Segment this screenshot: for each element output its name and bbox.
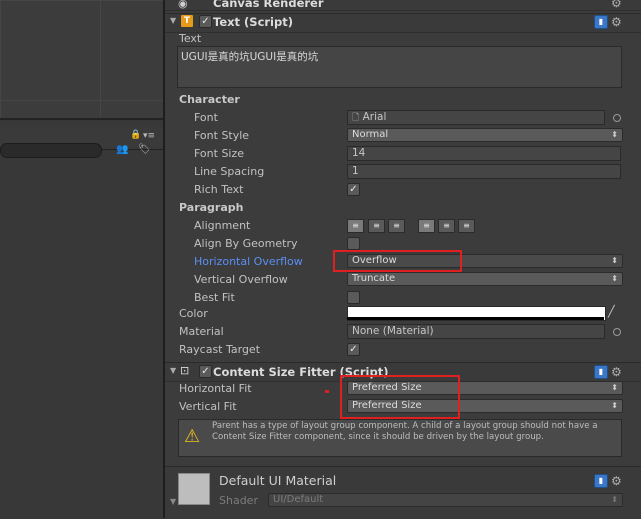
dropdown-arrow-icon: ⬍ (611, 495, 618, 504)
text-component-icon: T (181, 15, 193, 27)
left-divider (0, 118, 163, 120)
paragraph-header: Paragraph (179, 201, 244, 214)
material-preview-icon (178, 473, 210, 505)
font-value: Arial (362, 111, 387, 123)
text-label: Text (179, 32, 202, 45)
object-picker-icon[interactable] (613, 328, 621, 336)
vertical-fit-label: Vertical Fit (179, 400, 237, 413)
horizontal-overflow-label: Horizontal Overflow (194, 255, 303, 268)
material-field[interactable]: None (Material) (347, 324, 605, 339)
character-header: Character (179, 93, 240, 106)
gear-icon[interactable]: ⚙ (611, 366, 622, 378)
raycast-target-checkbox[interactable]: ✓ (347, 343, 360, 356)
align-left-button[interactable]: ≡ (347, 219, 364, 233)
color-label: Color (179, 307, 208, 320)
object-picker-icon[interactable] (613, 114, 621, 122)
red-mark (325, 390, 329, 393)
align-by-geometry-label: Align By Geometry (194, 237, 298, 250)
align-top-button[interactable]: ≡ (418, 219, 435, 233)
raycast-target-label: Raycast Target (179, 343, 261, 356)
color-alpha-bar (347, 317, 604, 320)
highlight-box (333, 250, 462, 272)
foldout-arrow-icon[interactable]: ▼ (170, 497, 176, 506)
best-fit-label: Best Fit (194, 291, 235, 304)
foldout-arrow-icon[interactable]: ▼ (170, 16, 176, 25)
horizontal-fit-label: Horizontal Fit (179, 382, 252, 395)
line-spacing-field[interactable]: 1 (347, 164, 621, 179)
warning-text: Parent has a type of layout group compon… (212, 421, 598, 442)
shader-label: Shader (219, 494, 258, 507)
rich-text-checkbox[interactable]: ✓ (347, 183, 360, 196)
align-bottom-button[interactable]: ≡ (458, 219, 475, 233)
line-spacing-label: Line Spacing (194, 165, 265, 178)
align-center-button[interactable]: ≡ (368, 219, 385, 233)
font-label: Font (194, 111, 218, 124)
persons-icon[interactable]: 👥 (116, 144, 128, 155)
help-book-icon[interactable]: ▮ (594, 15, 608, 29)
text-script-title: Text (Script) (213, 15, 293, 29)
warning-icon: ⚠ (184, 426, 201, 447)
enabled-checkbox[interactable]: ✓ (199, 365, 212, 378)
material-title: Default UI Material (219, 473, 337, 488)
dropdown-arrow-icon: ⬍ (611, 274, 618, 283)
help-book-icon[interactable]: ▮ (594, 474, 608, 488)
help-book-icon[interactable]: ▮ (594, 365, 608, 379)
tag-icon[interactable]: 🏷 (138, 144, 151, 155)
gear-icon[interactable]: ⚙ (611, 475, 622, 487)
gear-icon[interactable]: ⚙ (611, 0, 622, 9)
search-input[interactable] (0, 143, 102, 158)
material-label: Material (179, 325, 224, 338)
gear-icon[interactable]: ⚙ (611, 16, 622, 28)
dropdown-arrow-icon: ⬍ (611, 383, 618, 392)
dropdown-arrow-icon: ⬍ (611, 256, 618, 265)
align-right-button[interactable]: ≡ (388, 219, 405, 233)
font-style-value: Normal (352, 129, 389, 140)
eye-icon: ◉ (178, 0, 188, 10)
font-size-field[interactable]: 14 (347, 146, 621, 161)
shader-dropdown[interactable]: UI/Default ⬍ (268, 493, 623, 507)
scene-grid (0, 0, 163, 118)
vertical-overflow-value: Truncate (352, 273, 396, 284)
alignment-label: Alignment (194, 219, 251, 232)
vertical-overflow-label: Vertical Overflow (194, 273, 288, 286)
vertical-overflow-dropdown[interactable]: Truncate ⬍ (347, 272, 623, 286)
text-value: UGUI是真的坑UGUI是真的坑 (181, 51, 319, 63)
layout-component-icon: ⊡ (180, 364, 190, 377)
shader-value: UI/Default (273, 494, 324, 505)
foldout-arrow-icon[interactable]: ▼ (170, 366, 176, 375)
dropdown-arrow-icon: ⬍ (611, 130, 618, 139)
font-size-label: Font Size (194, 147, 245, 160)
hierarchy-panel (0, 159, 163, 518)
font-field[interactable]: 🗋 Arial (347, 110, 605, 125)
enabled-checkbox[interactable]: ✓ (199, 15, 212, 28)
canvas-renderer-title: Canvas Renderer (213, 0, 324, 10)
font-style-label: Font Style (194, 129, 250, 142)
align-middle-button[interactable]: ≡ (438, 219, 455, 233)
align-by-geometry-checkbox[interactable] (347, 237, 360, 250)
best-fit-checkbox[interactable] (347, 291, 360, 304)
menu-icon[interactable]: ▾≡ (143, 131, 155, 141)
highlight-box (340, 375, 460, 419)
lock-icon[interactable]: 🔒 (130, 130, 141, 140)
eyedropper-icon[interactable]: ╱ (608, 305, 615, 318)
dropdown-arrow-icon: ⬍ (611, 401, 618, 410)
font-asset-icon: 🗋 (352, 113, 360, 123)
font-style-dropdown[interactable]: Normal ⬍ (347, 128, 623, 142)
rich-text-label: Rich Text (194, 183, 244, 196)
